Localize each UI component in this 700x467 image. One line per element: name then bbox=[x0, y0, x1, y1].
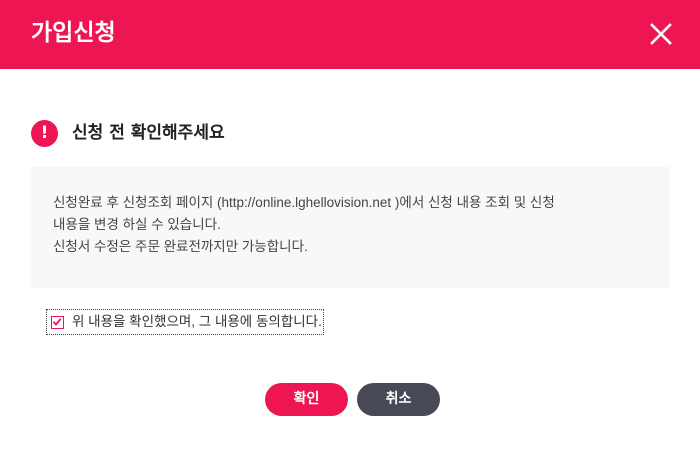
checkmark-icon bbox=[52, 317, 62, 326]
cancel-button[interactable]: 취소 bbox=[357, 383, 440, 416]
info-box: 신청완료 후 신청조회 페이지 (http://online.lghellovi… bbox=[31, 167, 670, 288]
close-button[interactable] bbox=[646, 19, 676, 49]
confirm-button[interactable]: 확인 bbox=[265, 383, 348, 416]
notice-title: 신청 전 확인해주세요 bbox=[72, 123, 225, 143]
notice-heading: ! 신청 전 확인해주세요 bbox=[31, 119, 225, 147]
agreement-checkbox[interactable] bbox=[51, 315, 64, 329]
close-icon bbox=[650, 23, 672, 45]
warning-icon: ! bbox=[31, 119, 58, 147]
info-line: 신청완료 후 신청조회 페이지 (http://online.lghellovi… bbox=[53, 195, 555, 210]
agreement-label[interactable]: 위 내용을 확인했으며, 그 내용에 동의합니다. bbox=[72, 310, 322, 334]
info-line: 내용을 변경 하실 수 있습니다. bbox=[53, 217, 221, 232]
info-line: 신청서 수정은 주문 완료전까지만 가능합니다. bbox=[53, 239, 308, 254]
dialog-title: 가입신청 bbox=[31, 20, 116, 46]
dialog-header: 가입신청 bbox=[0, 0, 700, 69]
agreement-checkbox-row[interactable]: 위 내용을 확인했으며, 그 내용에 동의합니다. bbox=[46, 309, 324, 335]
